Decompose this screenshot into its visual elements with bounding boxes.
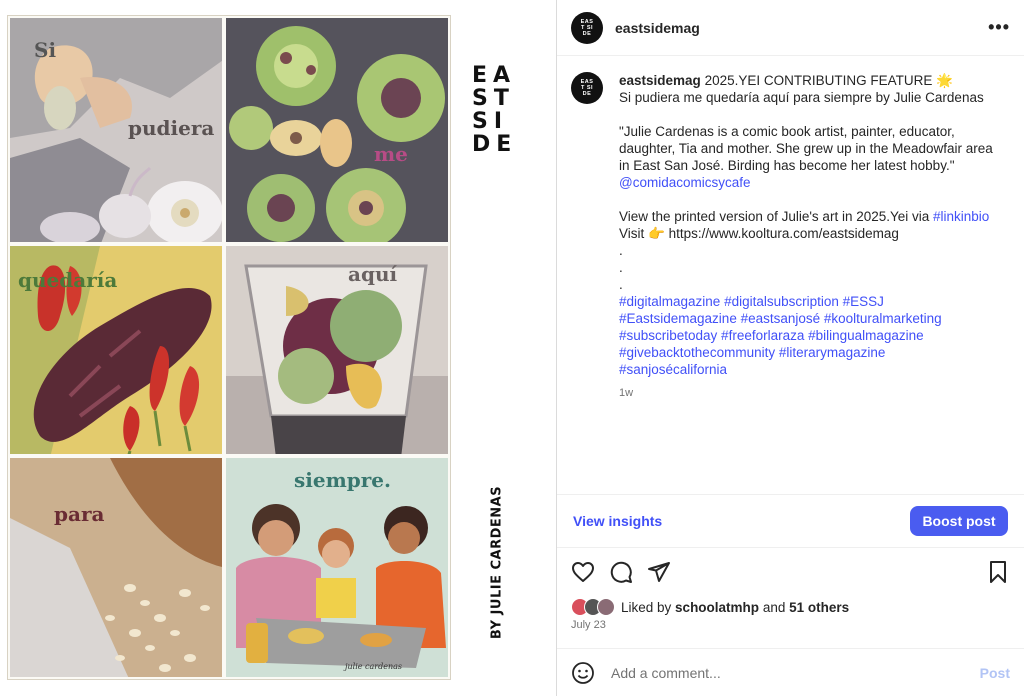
post-date[interactable]: July 23 [571,619,606,631]
likes-prefix: Liked by [621,599,676,615]
caption-username[interactable]: eastsidemag [619,73,701,88]
artwork-word-pudiera: pudiera [128,116,215,140]
artwork-word-siempre: siempre. [294,468,391,492]
panel-garlic: Si pudiera [8,16,224,244]
logo-line-4: DE [472,132,518,157]
caption-quote-line: daughter, Tia and mother. She grew up in… [619,141,993,156]
panel-family: siempre. julie cardenas [224,456,450,679]
hashtag-line[interactable]: #sanjosécalifornia [619,361,1003,378]
caption-avatar-text: EAST SIDE [580,79,594,97]
likes-summary[interactable]: Liked by schoolatmhp and 51 others [571,598,849,616]
caption-subtitle: Si pudiera me quedaría aquí para siempre… [619,90,984,105]
hashtag-line[interactable]: #subscribetoday #freeforlaraza #bilingua… [619,327,1003,344]
post-media[interactable]: Si pudiera me quedaría aquí para siempre… [0,0,557,696]
panel-chiles: quedaría [8,244,224,456]
hashtag-line[interactable]: #digitalmagazine #digitalsubscription #E… [619,293,1003,310]
comment-icon[interactable] [609,560,633,584]
likes-middle: and [759,599,790,615]
eastside-logo-text: EA ST SI DE [472,64,522,156]
caption-avatar[interactable]: EAST SIDE [571,72,603,104]
comment-input[interactable] [609,663,953,682]
caption-quote-line: in East San José. Birding has become her… [619,158,955,173]
artwork-word-si: Si [34,38,57,62]
artist-signature: julie cardenas [345,662,402,671]
caption-visit-line: Visit 👉 https://www.kooltura.com/eastsid… [619,226,899,241]
artwork-word-para: para [54,502,105,526]
avatar[interactable]: EAST SIDE [571,11,603,44]
bookmark-icon[interactable] [986,560,1010,584]
boost-post-button[interactable]: Boost post [910,506,1008,536]
post-details: EAST SIDE eastsidemag ••• EAST SIDE east… [557,0,1024,696]
likes-text: Liked by schoolatmhp and 51 others [621,600,849,615]
panel-chips: para [8,456,224,679]
header-username[interactable]: eastsidemag [615,20,700,36]
linkinbio-hashtag[interactable]: #linkinbio [933,209,989,224]
caption-dot: . [619,260,623,275]
caption-text: eastsidemag 2025.YEI CONTRIBUTING FEATUR… [619,72,1003,494]
blender-illustration [226,246,448,454]
view-insights-link[interactable]: View insights [573,513,662,529]
chips-illustration [10,458,222,677]
caption-title: 2025.YEI CONTRIBUTING FEATURE 🌟 [704,73,953,88]
caption-quote-line: "Julie Cardenas is a comic book artist, … [619,124,955,139]
likes-count[interactable]: 51 others [789,600,849,615]
logo-line-1: EA [472,63,517,88]
post-comment-button[interactable]: Post [980,665,1010,681]
emoji-icon[interactable] [571,661,595,685]
caption-dot: . [619,277,623,292]
share-icon[interactable] [647,560,671,584]
post-header: EAST SIDE eastsidemag ••• [557,0,1024,56]
mention-link[interactable]: @comidacomicsycafe [619,174,1003,191]
heart-icon[interactable] [571,560,595,584]
more-horizontal-icon[interactable]: ••• [988,17,1010,38]
tomatillo-illustration [226,18,448,242]
liker-avatar [597,598,615,616]
caption-timestamp[interactable]: 1w [619,385,1003,402]
artwork-byline: BY JULIE CARDENAS [489,485,505,640]
hashtag-line[interactable]: #Eastsidemagazine #eastsanjosé #kooltura… [619,310,1003,327]
panel-blender: aquí [224,244,450,456]
artwork-word-me: me [374,142,408,166]
comment-bar: Post [557,648,1024,696]
logo-line-3: SI [472,109,509,134]
caption-dot: . [619,243,623,258]
artwork-painting: Si pudiera me quedaría aquí para siempre… [8,16,450,679]
action-bar [571,558,1010,586]
artwork-word-aqui: aquí [348,262,398,286]
post-caption: EAST SIDE eastsidemag 2025.YEI CONTRIBUT… [557,56,1024,494]
liker-username[interactable]: schoolatmhp [675,600,759,615]
insights-bar: View insights Boost post [557,494,1024,548]
panel-tomatillos: me [224,16,450,244]
caption-printed-text: View the printed version of Julie's art … [619,209,934,224]
avatar-text: EAST SIDE [580,18,594,37]
instagram-post: Si pudiera me quedaría aquí para siempre… [0,0,1024,696]
logo-line-2: ST [472,86,515,111]
artwork-word-quedaria: quedaría [18,268,118,292]
hashtag-line[interactable]: #givebacktothecommunity #literarymagazin… [619,344,1003,361]
